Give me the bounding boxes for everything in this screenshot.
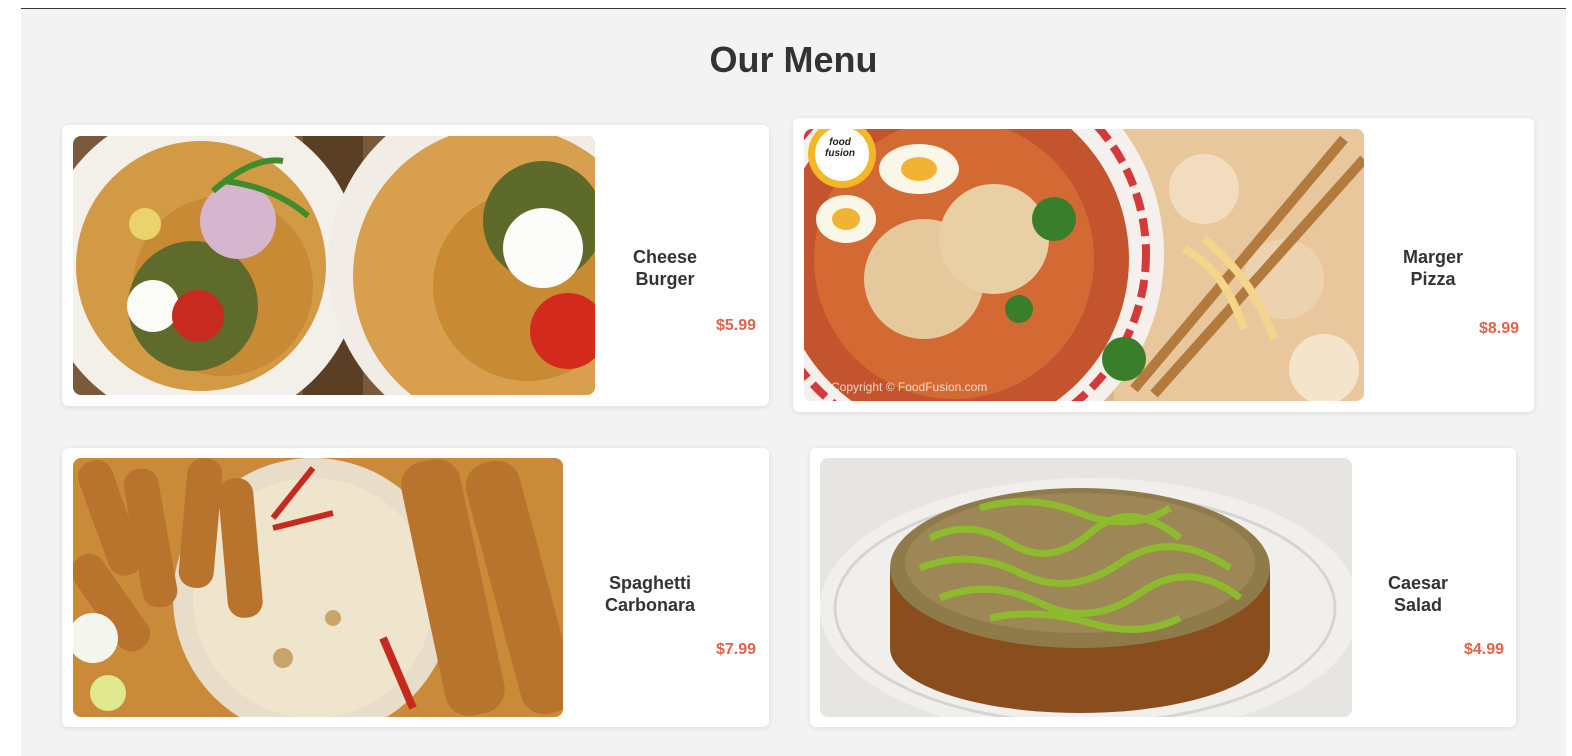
menu-card-cheese-burger[interactable]: Cheese Burger $5.99 xyxy=(62,125,769,406)
menu-item-name: Cheese Burger xyxy=(632,247,698,289)
menu-item-name: Caesar Salad xyxy=(1387,573,1449,615)
menu-item-name: Marger Pizza xyxy=(1402,247,1464,289)
menu-card-marger-pizza[interactable]: food fusion Copyright © FoodFusion.com M… xyxy=(793,118,1534,412)
menu-card-spaghetti-carbonara[interactable]: Spaghetti Carbonara $7.99 xyxy=(62,448,769,727)
menu-item-image xyxy=(73,136,595,395)
menu-item-price: $8.99 xyxy=(1479,320,1520,337)
menu-item-name: Spaghetti Carbonara xyxy=(604,573,696,615)
menu-item-image: food fusion Copyright © FoodFusion.com xyxy=(804,129,1364,401)
menu-card-caesar-salad[interactable]: Caesar Salad $4.99 xyxy=(810,448,1516,727)
menu-item-image xyxy=(820,458,1352,717)
menu-item-price: $7.99 xyxy=(716,641,757,658)
menu-item-price: $4.99 xyxy=(1464,641,1505,658)
food-fusion-logo: food fusion xyxy=(825,137,855,159)
top-strip xyxy=(21,0,1566,8)
menu-item-price: $5.99 xyxy=(716,317,757,334)
image-watermark: Copyright © FoodFusion.com xyxy=(831,380,988,394)
page-title: Our Menu xyxy=(709,39,878,80)
menu-item-image xyxy=(73,458,563,717)
menu-section: Our Menu Cheese Burger $5.99 food fusion… xyxy=(21,9,1566,756)
